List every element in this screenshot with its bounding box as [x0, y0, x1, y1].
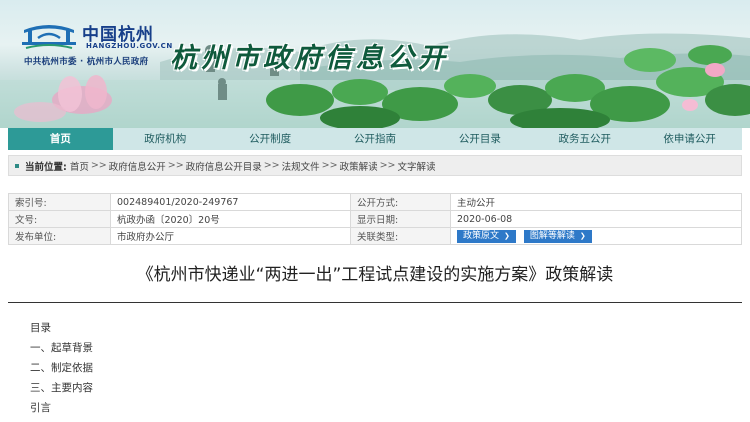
title-divider [8, 302, 742, 303]
breadcrumb-home[interactable]: 首页 [70, 159, 89, 173]
index-label: 索引号: [8, 193, 111, 211]
nav-home[interactable]: 首页 [8, 128, 113, 150]
breadcrumb-label: 当前位置: [25, 161, 67, 173]
related-buttons: 政策原文 ❯ 图解等解读 ❯ [450, 227, 742, 245]
document-title: 《杭州市快递业“两进一出”工程试点建设的实施方案》政策解读 [136, 265, 614, 285]
breadcrumb-disclosure-catalog[interactable]: 政府信息公开目录 [186, 159, 262, 173]
table-row: 文号: 杭政办函〔2020〕20号 显示日期: 2020-06-08 [8, 210, 742, 228]
docno-label: 文号: [8, 210, 111, 228]
nav-disclosure-system[interactable]: 公开制度 [218, 128, 323, 150]
issuer-value: 市政府办公厅 [110, 227, 351, 245]
hangzhou-logo-emblem [22, 25, 76, 49]
toc-heading: 目录 [30, 322, 51, 334]
breadcrumb-policy-interpretation[interactable]: 政策解读 [340, 159, 378, 173]
table-row: 发布单位: 市政府办公厅 关联类型: 政策原文 ❯ 图解等解读 ❯ [8, 227, 742, 245]
nav-apply-disclosure[interactable]: 依申请公开 [637, 128, 742, 150]
nav-five-disclosures[interactable]: 政务五公开 [532, 128, 637, 150]
date-label: 显示日期: [350, 210, 451, 228]
date-value: 2020-06-08 [450, 210, 742, 228]
graphic-interpretation-label: 图解等解读 [529, 230, 575, 241]
table-row: 索引号: 002489401/2020-249767 公开方式: 主动公开 [8, 193, 742, 211]
chevron-right-icon: ❯ [504, 231, 510, 240]
toc-item-basis[interactable]: 二、制定依据 [30, 358, 93, 378]
graphic-interpretation-button[interactable]: 图解等解读 ❯ [523, 229, 592, 243]
related-label: 关联类型: [350, 227, 451, 245]
logo-domain: HANGZHOU.GOV.CN [86, 42, 173, 50]
policy-original-button[interactable]: 政策原文 ❯ [457, 229, 516, 243]
toc-item-main-content[interactable]: 三、主要内容 [30, 378, 93, 398]
site-title: 杭州市政府信息公开 [170, 43, 449, 74]
breadcrumb-separator: >> [321, 160, 338, 171]
table-of-contents: 目录 一、起草背景 二、制定依据 三、主要内容 引言 [30, 318, 93, 418]
chevron-right-icon: ❯ [579, 231, 586, 240]
index-value: 002489401/2020-249767 [110, 193, 351, 211]
main-nav: 首页 政府机构 公开制度 公开指南 公开目录 政务五公开 依申请公开 [8, 128, 742, 150]
breadcrumb-info-disclosure[interactable]: 政府信息公开 [109, 159, 166, 173]
toc-item-introduction[interactable]: 引言 [30, 398, 93, 418]
breadcrumb: 当前位置: 首页 >> 政府信息公开 >> 政府信息公开目录 >> 法规文件 >… [8, 155, 742, 176]
bullet-icon [15, 163, 19, 168]
mode-value: 主动公开 [450, 193, 742, 211]
site-banner: 中国杭州 HANGZHOU.GOV.CN 中共杭州市委 · 杭州市人民政府 杭州… [0, 0, 750, 128]
document-info-table: 索引号: 002489401/2020-249767 公开方式: 主动公开 文号… [8, 193, 742, 245]
breadcrumb-text-interpretation[interactable]: 文字解读 [398, 159, 436, 173]
docno-value: 杭政办函〔2020〕20号 [110, 210, 351, 228]
breadcrumb-regulations[interactable]: 法规文件 [282, 159, 320, 173]
breadcrumb-separator: >> [379, 160, 396, 171]
mode-label: 公开方式: [350, 193, 451, 211]
nav-government-agencies[interactable]: 政府机构 [113, 128, 218, 150]
nav-disclosure-guide[interactable]: 公开指南 [323, 128, 428, 150]
breadcrumb-separator: >> [167, 160, 184, 171]
nav-disclosure-catalog[interactable]: 公开目录 [427, 128, 532, 150]
breadcrumb-separator: >> [263, 160, 280, 171]
breadcrumb-separator: >> [90, 160, 107, 171]
logo-subtitle: 中共杭州市委 · 杭州市人民政府 [24, 57, 149, 67]
issuer-label: 发布单位: [8, 227, 111, 245]
toc-item-background[interactable]: 一、起草背景 [30, 338, 93, 358]
policy-original-label: 政策原文 [463, 230, 500, 241]
